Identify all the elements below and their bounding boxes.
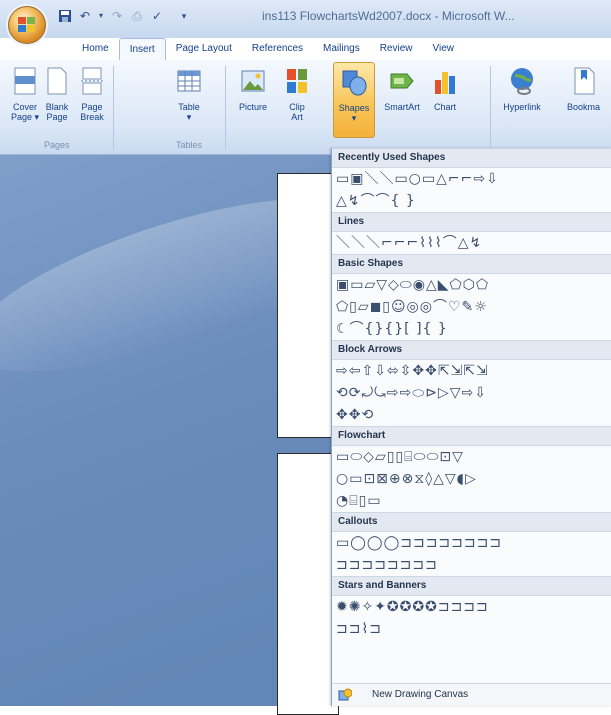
shape-row[interactable]: ▭⬭◇▱▯▯⌸⬭⬭⊡▽ <box>332 446 611 468</box>
new-drawing-canvas-item[interactable]: New Drawing Canvas <box>332 683 611 706</box>
window-title: ins113 FlowchartsWd2007.docx - Microsoft… <box>262 9 515 23</box>
shapes-button[interactable]: Shapes ▾ <box>333 62 375 138</box>
drawing-canvas-icon <box>338 688 352 701</box>
tab-insert[interactable]: Insert <box>118 38 166 61</box>
shape-row[interactable]: ▣▭▱▽◇⬭◉△◣⬠⬡⬠ <box>332 274 611 296</box>
tab-view[interactable]: View <box>423 38 465 60</box>
smartart-icon <box>390 73 414 89</box>
ribbon-tabs: Home Insert Page Layout References Maili… <box>56 38 465 61</box>
gallery-section-stars-banners: Stars and Banners ✹✺✧✦✪✪✪✪⊐⊐⊐⊐ ⊐⊐⌇⊐ <box>332 576 611 640</box>
shape-row[interactable]: ⟲⟳⤾⤿⇨⇨⬭⊳▷▽⇨⇩ <box>332 382 611 404</box>
page-break-button[interactable]: Page Break <box>76 66 108 122</box>
office-logo-icon <box>18 17 35 32</box>
shape-row[interactable]: △↯⌒⌒{ } <box>332 190 611 212</box>
bookmark-button[interactable]: Bookma <box>556 66 611 112</box>
new-drawing-canvas-label: New Drawing Canvas <box>372 689 469 700</box>
blank-page-button[interactable]: Blank Page <box>42 66 72 122</box>
section-header: Recently Used Shapes <box>332 148 611 168</box>
undo-dropdown-icon[interactable]: ▾ <box>98 9 104 23</box>
page-break-label: Page Break <box>80 102 104 122</box>
smartart-button[interactable]: SmartArt <box>380 66 424 112</box>
section-header: Block Arrows <box>332 340 611 360</box>
blank-page-label: Blank Page <box>45 102 69 122</box>
chart-label: Chart <box>433 102 456 112</box>
shape-row[interactable]: ⇨⇦⇧⇩⬄⇳✥✥⇱⇲⇱⇲ <box>332 360 611 382</box>
tab-home[interactable]: Home <box>72 38 119 60</box>
spelling-icon[interactable]: ✓ <box>150 9 164 23</box>
gallery-section-basic-shapes: Basic Shapes ▣▭▱▽◇⬭◉△◣⬠⬡⬠ ⬠▯▱◼▯☺◎◎⌒♡✎☼ ☾… <box>332 254 611 340</box>
ribbon: Cover Page ▾ Blank Page Page Break Pages… <box>0 60 611 155</box>
document-page[interactable] <box>277 173 339 438</box>
gallery-section-callouts: Callouts ▭◯◯◯⊐⊐⊐⊐⊐⊐⊐⊐ ⊐⊐⊐⊐⊐⊐⊐⊐ <box>332 512 611 576</box>
picture-label: Picture <box>238 102 267 112</box>
table-icon <box>177 70 201 92</box>
title-bar: ↶ ▾ ↷ ⎙ ✓ ▾ ins113 FlowchartsWd2007.docx… <box>0 0 611 44</box>
gallery-section-flowchart: Flowchart ▭⬭◇▱▯▯⌸⬭⬭⊡▽ ○▭⊡⊠⊕⊗⧖◊△▽◖▷ ◔⌸▯▭ <box>332 426 611 512</box>
group-separator <box>225 66 226 150</box>
table-label: Table ▾ <box>178 102 200 122</box>
shape-row[interactable]: ＼＼＼⌐⌐⌐⌇⌇⌇⌒△↯ <box>332 232 611 254</box>
table-button[interactable]: Table ▾ <box>172 66 206 122</box>
section-header: Stars and Banners <box>332 576 611 596</box>
tab-review[interactable]: Review <box>370 38 423 60</box>
section-header: Lines <box>332 212 611 232</box>
gallery-section-recent: Recently Used Shapes ▭▣＼＼▭○▭△⌐⌐⇨⇩ △↯⌒⌒{ … <box>332 148 611 212</box>
shape-row[interactable]: ⊐⊐⊐⊐⊐⊐⊐⊐ <box>332 554 611 576</box>
shape-row[interactable]: ▭▣＼＼▭○▭△⌐⌐⇨⇩ <box>332 168 611 190</box>
picture-button[interactable]: Picture <box>232 66 274 112</box>
shapes-gallery: Recently Used Shapes ▭▣＼＼▭○▭△⌐⌐⇨⇩ △↯⌒⌒{ … <box>331 148 611 706</box>
gallery-section-block-arrows: Block Arrows ⇨⇦⇧⇩⬄⇳✥✥⇱⇲⇱⇲ ⟲⟳⤾⤿⇨⇨⬭⊳▷▽⇨⇩ ✥… <box>332 340 611 426</box>
shape-row[interactable]: ○▭⊡⊠⊕⊗⧖◊△▽◖▷ <box>332 468 611 490</box>
undo-icon[interactable]: ↶ <box>78 9 92 23</box>
redo-icon[interactable]: ↷ <box>110 9 124 23</box>
gallery-section-lines: Lines ＼＼＼⌐⌐⌐⌇⌇⌇⌒△↯ <box>332 212 611 254</box>
shapes-label: Shapes ▾ <box>338 103 370 123</box>
chart-button[interactable]: Chart <box>428 66 462 112</box>
hyperlink-icon <box>511 68 533 95</box>
shape-row[interactable]: ◔⌸▯▭ <box>332 490 611 512</box>
shape-row[interactable]: ▭◯◯◯⊐⊐⊐⊐⊐⊐⊐⊐ <box>332 532 611 554</box>
group-label-pages: Pages <box>44 140 70 150</box>
print-preview-icon[interactable]: ⎙ <box>130 9 144 23</box>
section-header: Callouts <box>332 512 611 532</box>
hyperlink-button[interactable]: Hyperlink <box>496 66 548 112</box>
shape-row[interactable]: ⊐⊐⌇⊐ <box>332 618 611 640</box>
document-page[interactable] <box>277 453 339 715</box>
shape-row[interactable]: ⬠▯▱◼▯☺◎◎⌒♡✎☼ <box>332 296 611 318</box>
shape-row[interactable]: ✹✺✧✦✪✪✪✪⊐⊐⊐⊐ <box>332 596 611 618</box>
shape-row[interactable]: ☾⌒{}{}[ ]{ } <box>332 318 611 340</box>
shape-row[interactable]: ✥✥⟲ <box>332 404 611 426</box>
quick-access-toolbar: ↶ ▾ ↷ ⎙ ✓ ▾ <box>58 6 188 26</box>
smartart-label: SmartArt <box>384 102 420 112</box>
clip-art-button[interactable]: Clip Art <box>282 66 312 122</box>
tab-references[interactable]: References <box>242 38 313 60</box>
group-separator <box>113 66 114 150</box>
hyperlink-label: Hyperlink <box>503 102 541 112</box>
tab-page-layout[interactable]: Page Layout <box>166 38 242 60</box>
clip-art-icon <box>287 69 307 93</box>
shapes-icon <box>342 70 367 96</box>
bookmark-icon <box>574 67 594 95</box>
group-label-tables: Tables <box>176 140 203 150</box>
tab-mailings[interactable]: Mailings <box>313 38 370 60</box>
cover-page-button[interactable]: Cover Page ▾ <box>8 66 42 122</box>
chart-icon <box>435 72 455 94</box>
cover-page-icon <box>14 67 36 95</box>
section-header: Flowchart <box>332 426 611 446</box>
clip-art-label: Clip Art <box>289 102 305 122</box>
save-icon[interactable] <box>58 9 72 23</box>
blank-page-icon <box>47 67 67 95</box>
picture-icon <box>241 70 265 92</box>
section-header: Basic Shapes <box>332 254 611 274</box>
customize-toolbar-icon[interactable]: ▾ <box>180 9 188 23</box>
bookmark-label: Bookma <box>566 102 601 112</box>
cover-page-label: Cover Page ▾ <box>10 102 40 122</box>
office-button[interactable] <box>8 6 46 44</box>
group-separator <box>490 66 491 150</box>
page-break-icon <box>81 67 103 95</box>
